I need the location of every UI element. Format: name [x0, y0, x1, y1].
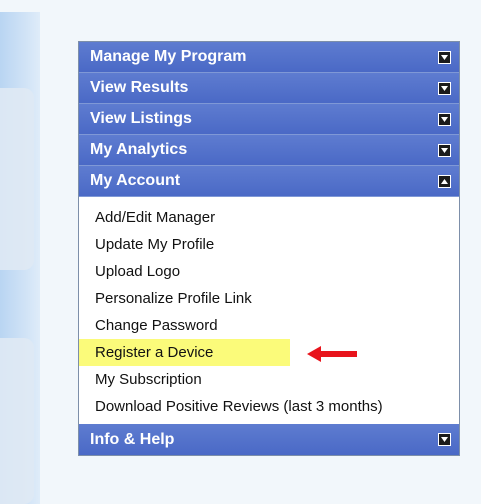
menu-section-view-results[interactable]: View Results: [79, 73, 459, 104]
chevron-down-icon[interactable]: [438, 112, 451, 126]
menu-section-manage-my-program[interactable]: Manage My Program: [79, 42, 459, 73]
account-menu: Manage My Program View Results View List…: [78, 41, 460, 456]
submenu-item-change-password[interactable]: Change Password: [79, 312, 459, 339]
section-label: My Analytics: [90, 141, 188, 158]
submenu-item-add-edit-manager[interactable]: Add/Edit Manager: [79, 204, 459, 231]
submenu-item-download-positive-reviews[interactable]: Download Positive Reviews (last 3 months…: [79, 393, 459, 419]
chevron-down-icon[interactable]: [438, 81, 451, 95]
left-card-bottom: [0, 338, 34, 504]
section-label: View Listings: [90, 110, 192, 127]
submenu-item-upload-logo[interactable]: Upload Logo: [79, 258, 459, 285]
section-label: My Account: [90, 172, 181, 189]
chevron-down-icon[interactable]: [438, 143, 451, 157]
section-label: View Results: [90, 79, 189, 96]
menu-section-my-account[interactable]: My Account: [79, 166, 459, 197]
menu-section-info-help[interactable]: Info & Help: [79, 424, 459, 455]
chevron-down-icon[interactable]: [438, 50, 451, 64]
submenu-item-register-a-device[interactable]: Register a Device: [79, 339, 290, 366]
chevron-up-icon[interactable]: [438, 174, 451, 188]
section-label: Manage My Program: [90, 48, 247, 65]
menu-section-view-listings[interactable]: View Listings: [79, 104, 459, 135]
submenu-item-my-subscription[interactable]: My Subscription: [79, 366, 459, 393]
my-account-submenu: Add/Edit Manager Update My Profile Uploa…: [79, 197, 459, 424]
submenu-item-personalize-profile-link[interactable]: Personalize Profile Link: [79, 285, 459, 312]
menu-section-my-analytics[interactable]: My Analytics: [79, 135, 459, 166]
red-arrow-icon: [307, 346, 357, 362]
section-label: Info & Help: [90, 430, 175, 448]
submenu-item-update-my-profile[interactable]: Update My Profile: [79, 231, 459, 258]
left-card-top: [0, 88, 34, 270]
chevron-down-icon[interactable]: [438, 433, 451, 446]
